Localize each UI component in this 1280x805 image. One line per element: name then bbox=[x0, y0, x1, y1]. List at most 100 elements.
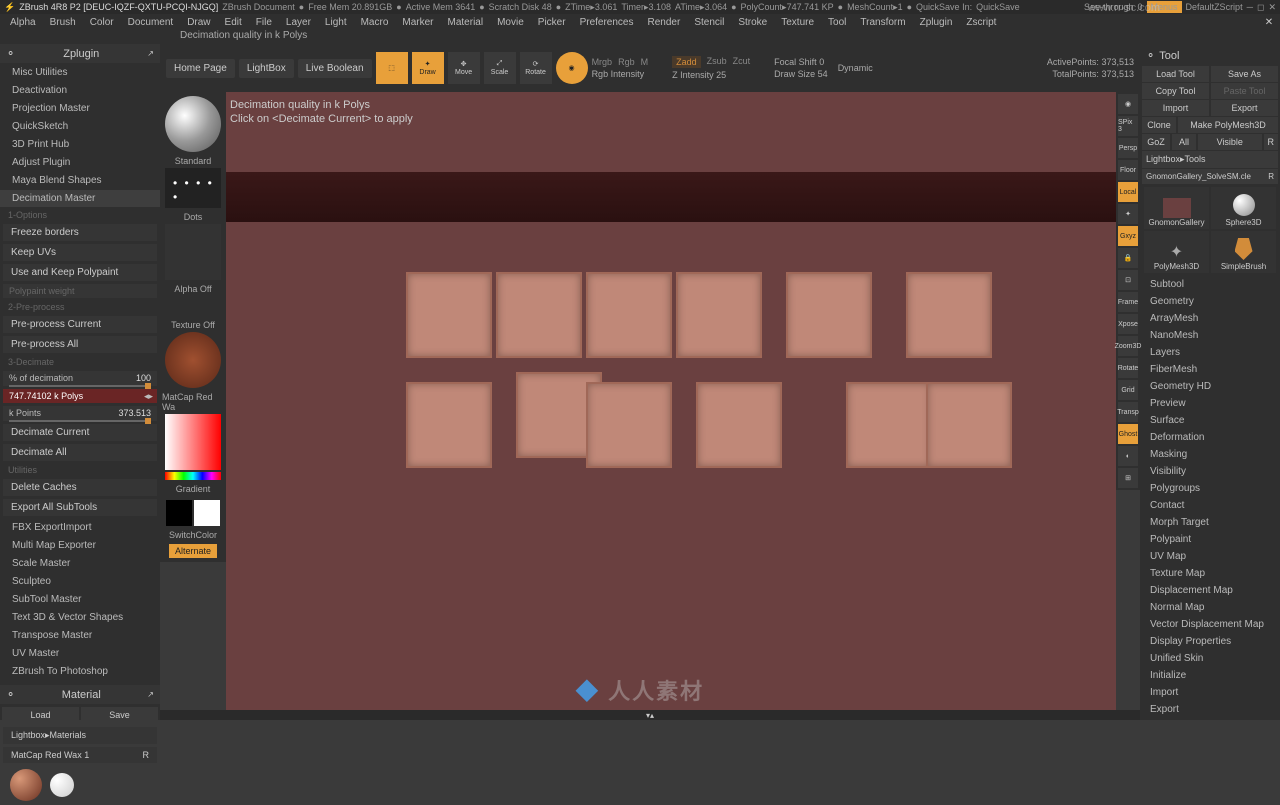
tool-section[interactable]: Display Properties bbox=[1142, 633, 1278, 650]
menu-marker[interactable]: Marker bbox=[396, 15, 439, 30]
polyframe-icon[interactable]: ⊞ bbox=[1118, 468, 1138, 488]
import-button[interactable]: Import bbox=[1142, 100, 1209, 116]
kpolys-slider[interactable]: 747.74102 k Polys ◂▸ bbox=[3, 389, 157, 403]
white-swatch[interactable] bbox=[194, 500, 220, 526]
maximize-icon[interactable]: ◻ bbox=[1257, 2, 1264, 13]
material-save-button[interactable]: Save bbox=[81, 707, 158, 723]
goz-all-button[interactable]: All bbox=[1172, 134, 1196, 150]
tool-section[interactable]: Unified Skin bbox=[1142, 650, 1278, 667]
material-lightbox-button[interactable]: Lightbox▸Materials bbox=[3, 727, 157, 744]
keep-polypaint-button[interactable]: Use and Keep Polypaint bbox=[3, 264, 157, 281]
make-polymesh-button[interactable]: Make PolyMesh3D bbox=[1178, 117, 1278, 133]
tool-section[interactable]: Export bbox=[1142, 701, 1278, 718]
zplugin-item[interactable]: QuickSketch bbox=[0, 118, 160, 135]
gizmo-button[interactable]: ◉ bbox=[556, 52, 588, 84]
menu-stroke[interactable]: Stroke bbox=[732, 15, 773, 30]
menu-brush[interactable]: Brush bbox=[44, 15, 82, 30]
menu-tool[interactable]: Tool bbox=[822, 15, 852, 30]
alternate-button[interactable]: Alternate bbox=[169, 544, 217, 558]
brush-preview[interactable] bbox=[165, 96, 221, 152]
menu-zscript[interactable]: Zscript bbox=[960, 15, 1002, 30]
copy-tool-button[interactable]: Copy Tool bbox=[1142, 83, 1209, 99]
zplugin-header[interactable]: ⚬ Zplugin ↗ bbox=[0, 44, 160, 63]
decimate-current-button[interactable]: Decimate Current bbox=[3, 424, 157, 441]
menu-texture[interactable]: Texture bbox=[775, 15, 820, 30]
zplugin-item[interactable]: 3D Print Hub bbox=[0, 136, 160, 153]
pin-icon[interactable]: ⚬ bbox=[1146, 49, 1155, 62]
zplugin-item[interactable]: Misc Utilities bbox=[0, 64, 160, 81]
tool-section[interactable]: Visibility bbox=[1142, 463, 1278, 480]
paste-tool-button[interactable]: Paste Tool bbox=[1211, 83, 1278, 99]
draw-size-slider[interactable]: Draw Size 54 bbox=[774, 69, 828, 79]
tool-thumb[interactable]: ✦PolyMesh3D bbox=[1144, 231, 1209, 273]
pct-decimation-slider[interactable]: % of decimation 100 bbox=[3, 371, 157, 386]
expand-bar[interactable]: ▾▴ bbox=[160, 710, 1140, 720]
tool-section[interactable]: Normal Map bbox=[1142, 599, 1278, 616]
zsub-button[interactable]: Zsub bbox=[707, 56, 727, 68]
zplugin-extra[interactable]: Text 3D & Vector Shapes bbox=[0, 609, 160, 626]
tool-section[interactable]: UV Map bbox=[1142, 548, 1278, 565]
mrgb-button[interactable]: Mrgb bbox=[592, 57, 613, 67]
dynamic-label[interactable]: Dynamic bbox=[838, 63, 873, 73]
pin-icon[interactable]: ⚬ bbox=[6, 688, 15, 701]
zplugin-extra[interactable]: Scale Master bbox=[0, 555, 160, 572]
switchcolor-button[interactable]: SwitchColor bbox=[169, 530, 217, 540]
preprocess-all-button[interactable]: Pre-process All bbox=[3, 336, 157, 353]
grid-button[interactable]: Grid bbox=[1118, 380, 1138, 400]
material-name-field[interactable]: MatCap Red Wax 1R bbox=[3, 747, 157, 763]
solo-icon[interactable]: ◐ bbox=[1118, 446, 1138, 466]
goz-visible-button[interactable]: Visible bbox=[1198, 134, 1262, 150]
material-load-button[interactable]: Load bbox=[2, 707, 79, 723]
m-button[interactable]: M bbox=[641, 57, 649, 67]
tool-thumb[interactable]: GnomonGallery bbox=[1144, 187, 1209, 229]
menu-file[interactable]: File bbox=[250, 15, 278, 30]
frame-button[interactable]: Frame bbox=[1118, 292, 1138, 312]
export-button[interactable]: Export bbox=[1211, 100, 1278, 116]
alpha-preview[interactable] bbox=[165, 224, 221, 280]
menu-transform[interactable]: Transform bbox=[854, 15, 911, 30]
tool-section[interactable]: Import bbox=[1142, 684, 1278, 701]
liveboolean-button[interactable]: Live Boolean bbox=[298, 59, 372, 78]
current-tool-field[interactable]: GnomonGallery_SolveSM.cleR bbox=[1142, 169, 1278, 184]
save-as-button[interactable]: Save As bbox=[1211, 66, 1278, 82]
home-button[interactable]: Home Page bbox=[166, 59, 235, 78]
tool-section[interactable]: Geometry bbox=[1142, 293, 1278, 310]
clone-button[interactable]: Clone bbox=[1142, 117, 1176, 133]
move-button[interactable]: ✥Move bbox=[448, 52, 480, 84]
close-icon[interactable]: ✕ bbox=[1268, 2, 1276, 13]
color-picker[interactable] bbox=[165, 414, 221, 470]
tool-section[interactable]: Texture Map bbox=[1142, 565, 1278, 582]
focal-shift-slider[interactable]: Focal Shift 0 bbox=[774, 57, 828, 67]
material-header[interactable]: ⚬ Material ↗ bbox=[0, 685, 160, 704]
persp-button[interactable]: Persp bbox=[1118, 138, 1138, 158]
ghost-button[interactable]: Ghost bbox=[1118, 424, 1138, 444]
edit-button[interactable]: ⬚ bbox=[376, 52, 408, 84]
collapse-icon[interactable]: ↗ bbox=[147, 49, 154, 58]
load-tool-button[interactable]: Load Tool bbox=[1142, 66, 1209, 82]
tool-section[interactable]: Surface bbox=[1142, 412, 1278, 429]
keep-uvs-button[interactable]: Keep UVs bbox=[3, 244, 157, 261]
tool-section[interactable]: ArrayMesh bbox=[1142, 310, 1278, 327]
bpr-button[interactable]: ◉ bbox=[1118, 94, 1138, 114]
tool-thumb[interactable]: Sphere3D bbox=[1211, 187, 1276, 229]
transp-button[interactable]: Transp bbox=[1118, 402, 1138, 422]
material-preview[interactable] bbox=[165, 332, 221, 388]
tool-section[interactable]: NanoMesh bbox=[1142, 327, 1278, 344]
tool-thumb[interactable]: SimpleBrush bbox=[1211, 231, 1276, 273]
zplugin-extra[interactable]: FBX ExportImport bbox=[0, 519, 160, 536]
tool-section[interactable]: Displacement Map bbox=[1142, 582, 1278, 599]
pin-icon[interactable]: ⚬ bbox=[6, 47, 15, 60]
z-intensity-slider[interactable]: Z Intensity 25 bbox=[672, 70, 750, 80]
decimation-master-item[interactable]: Decimation Master bbox=[0, 190, 160, 207]
menu-draw[interactable]: Draw bbox=[181, 15, 216, 30]
tool-section[interactable]: FiberMesh bbox=[1142, 361, 1278, 378]
menus-button[interactable]: Menus bbox=[1147, 1, 1182, 13]
rotate-button[interactable]: ⟳Rotate bbox=[520, 52, 552, 84]
menu-movie[interactable]: Movie bbox=[491, 15, 530, 30]
zplugin-extra[interactable]: UV Master bbox=[0, 645, 160, 662]
goz-r-button[interactable]: R bbox=[1264, 134, 1279, 150]
scale-button[interactable]: ⤢Scale bbox=[484, 52, 516, 84]
spix-button[interactable]: SPix 3 bbox=[1118, 116, 1138, 136]
stepper-icon[interactable]: ◂▸ bbox=[144, 391, 153, 402]
local-button[interactable]: Local bbox=[1118, 182, 1138, 202]
